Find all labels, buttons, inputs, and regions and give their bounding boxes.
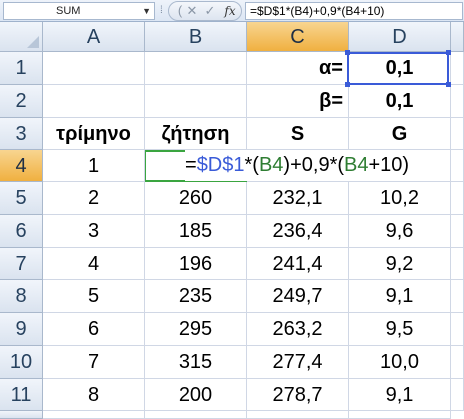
formula-ref-b4: B4 (344, 154, 369, 176)
cell-d5[interactable]: 10,2 (349, 182, 451, 215)
cell-d11[interactable]: 9,1 (349, 379, 451, 411)
cell-edit-formula[interactable]: =$D$1*(B4)+0,9*(B4+10) (185, 150, 412, 181)
cell-d10[interactable]: 10,0 (349, 346, 451, 379)
cell-b1[interactable] (145, 52, 247, 85)
column-header-a[interactable]: A (43, 22, 145, 52)
formula-part: *( (244, 154, 259, 176)
column-header-b[interactable]: B (145, 22, 247, 52)
row-header-5[interactable]: 5 (0, 182, 43, 215)
row-header-2[interactable]: 2 (0, 85, 43, 118)
cell-e1[interactable] (451, 52, 464, 85)
row-header-10[interactable]: 10 (0, 346, 43, 379)
cell-e2[interactable] (451, 85, 464, 118)
cell-b9[interactable]: 295 (145, 313, 247, 346)
formula-bar: SUM ▼ ⁞ ( ✕ ✓ fx =$D$1*(B4)+0,9*(B4+10) (0, 0, 464, 22)
cell-e11[interactable] (451, 379, 464, 411)
row-header-3[interactable]: 3 (0, 118, 43, 150)
column-header-c[interactable]: C (247, 22, 349, 52)
name-box-value: SUM (56, 5, 81, 17)
cell-a12[interactable] (43, 411, 145, 419)
select-all-button[interactable] (0, 22, 43, 52)
cell-b11[interactable]: 200 (145, 379, 247, 411)
cell-a9[interactable]: 6 (43, 313, 145, 346)
cell-a5[interactable]: 2 (43, 182, 145, 215)
cell-a1[interactable] (43, 52, 145, 85)
cell-a7[interactable]: 4 (43, 248, 145, 280)
cell-e7[interactable] (451, 248, 464, 280)
row-header-9[interactable]: 9 (0, 313, 43, 346)
column-header-e[interactable] (451, 22, 464, 52)
cell-c9[interactable]: 263,2 (247, 313, 349, 346)
cell-c7[interactable]: 241,4 (247, 248, 349, 280)
formula-ref-b4: B4 (258, 154, 284, 176)
cancel-icon[interactable]: ✕ (183, 2, 201, 20)
cell-c1[interactable]: α= (247, 52, 349, 85)
formula-part: )+0,9*( (283, 154, 345, 176)
cell-c12[interactable] (247, 411, 349, 419)
column-header-d[interactable]: D (349, 22, 451, 52)
cell-c11[interactable]: 278,7 (247, 379, 349, 411)
formula-ref-d1: $D$1 (196, 154, 245, 176)
cell-c3[interactable]: S (247, 118, 349, 150)
cell-b3[interactable]: ζήτηση (145, 118, 247, 150)
row-header-4[interactable]: 4 (0, 150, 43, 182)
resize-handle[interactable] (446, 50, 451, 55)
cell-b7[interactable]: 196 (145, 248, 247, 280)
formula-input[interactable]: =$D$1*(B4)+0,9*(B4+10) (245, 2, 463, 20)
cell-b2[interactable] (145, 85, 247, 118)
cell-e9[interactable] (451, 313, 464, 346)
row-header-8[interactable]: 8 (0, 280, 43, 313)
formula-part: +10) (368, 154, 410, 176)
cell-a2[interactable] (43, 85, 145, 118)
cell-e4[interactable] (451, 150, 464, 182)
cell-e6[interactable] (451, 215, 464, 248)
formula-equals: = (185, 154, 197, 176)
cell-c10[interactable]: 277,4 (247, 346, 349, 379)
cell-d9[interactable]: 9,5 (349, 313, 451, 346)
cell-a6[interactable]: 3 (43, 215, 145, 248)
cell-d6[interactable]: 9,6 (349, 215, 451, 248)
resize-handle[interactable] (446, 82, 451, 87)
cell-e5[interactable] (451, 182, 464, 215)
row-header-6[interactable]: 6 (0, 215, 43, 248)
enter-icon[interactable]: ✓ (201, 2, 219, 20)
resize-handle[interactable] (345, 50, 350, 55)
cell-c2[interactable]: β= (247, 85, 349, 118)
cell-a4[interactable]: 1 (43, 150, 145, 182)
resize-handle[interactable] (345, 82, 350, 87)
cell-b12[interactable] (145, 411, 247, 419)
cell-d12[interactable] (349, 411, 451, 419)
cell-b8[interactable]: 235 (145, 280, 247, 313)
grip-icon[interactable]: ⁞ (160, 5, 163, 16)
select-all-icon (27, 36, 39, 48)
formula-buttons: ( ✕ ✓ fx (168, 1, 242, 21)
cell-d2[interactable]: 0,1 (349, 85, 451, 118)
row-header-7[interactable]: 7 (0, 248, 43, 280)
cell-d7[interactable]: 9,2 (349, 248, 451, 280)
cell-b6[interactable]: 185 (145, 215, 247, 248)
cell-d8[interactable]: 9,1 (349, 280, 451, 313)
cell-c5[interactable]: 232,1 (247, 182, 349, 215)
cell-c8[interactable]: 249,7 (247, 280, 349, 313)
cell-e8[interactable] (451, 280, 464, 313)
reference-highlight-d1 (345, 50, 451, 87)
name-box[interactable]: SUM ▼ (3, 2, 155, 20)
insert-function-icon[interactable]: fx (221, 2, 239, 20)
cell-b10[interactable]: 315 (145, 346, 247, 379)
cell-a3[interactable]: τρίμηνο (43, 118, 145, 150)
row-header-12[interactable]: 12 (0, 411, 43, 419)
cell-a10[interactable]: 7 (43, 346, 145, 379)
cell-a8[interactable]: 5 (43, 280, 145, 313)
cell-d3[interactable]: G (349, 118, 451, 150)
row-header-1[interactable]: 1 (0, 52, 43, 85)
cell-c6[interactable]: 236,4 (247, 215, 349, 248)
cell-b5[interactable]: 260 (145, 182, 247, 215)
chevron-down-icon[interactable]: ▼ (142, 3, 151, 19)
row-header-11[interactable]: 11 (0, 379, 43, 411)
cell-e10[interactable] (451, 346, 464, 379)
cell-a11[interactable]: 8 (43, 379, 145, 411)
cell-e3[interactable] (451, 118, 464, 150)
